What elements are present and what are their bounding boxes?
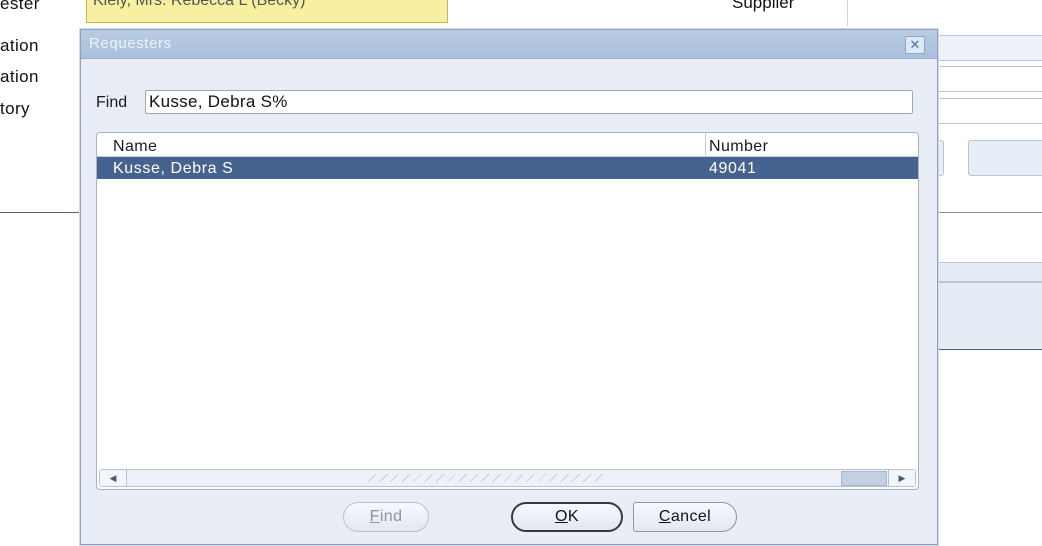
bg-divider-right xyxy=(936,212,1042,213)
scroll-left-icon[interactable]: ◀ xyxy=(100,470,127,486)
scroll-right-icon[interactable]: ▶ xyxy=(888,470,915,486)
scrollbar-thumb[interactable] xyxy=(841,471,887,486)
bg-field-label-requester: ester xyxy=(0,0,40,13)
scrollbar-grip[interactable] xyxy=(364,474,604,482)
bg-field-label-1: ation xyxy=(0,36,39,55)
find-button-label: ind xyxy=(379,508,403,525)
results-header: Name Number xyxy=(97,133,918,157)
find-input[interactable] xyxy=(145,90,913,114)
bg-divider-left xyxy=(0,212,80,213)
cancel-button-mnemonic: C xyxy=(658,508,671,525)
row-name: Kusse, Debra S xyxy=(113,160,234,177)
ok-button[interactable]: OK xyxy=(511,502,623,532)
bg-button[interactable] xyxy=(968,140,1042,176)
table-row[interactable]: Kusse, Debra S 49041 xyxy=(97,157,918,179)
row-number: 49041 xyxy=(709,160,757,177)
ok-button-label: K xyxy=(567,508,579,525)
find-button-mnemonic: F xyxy=(369,508,380,525)
bg-panel-header xyxy=(936,262,1042,282)
column-header-name[interactable]: Name xyxy=(113,138,157,156)
close-icon[interactable]: ✕ xyxy=(905,36,925,54)
horizontal-scrollbar[interactable]: ◀ ▶ xyxy=(99,469,916,487)
results-table: Name Number Kusse, Debra S 49041 ◀ ▶ xyxy=(96,132,919,490)
bg-right-field-3[interactable] xyxy=(937,98,1042,124)
scrollbar-track[interactable] xyxy=(127,470,888,486)
column-header-number[interactable]: Number xyxy=(709,138,768,156)
column-divider[interactable] xyxy=(705,133,706,156)
bg-divider xyxy=(847,0,848,26)
dialog-titlebar[interactable]: Requesters ✕ xyxy=(81,30,937,59)
requester-field-value: Kiely, Mrs. Rebecca L (Becky) xyxy=(93,0,306,9)
find-button[interactable]: Find xyxy=(343,502,429,532)
ok-button-mnemonic: O xyxy=(555,508,568,525)
cancel-button[interactable]: Cancel xyxy=(633,502,737,532)
supplier-label: Supplier xyxy=(732,0,795,12)
bg-field-label-2: ation xyxy=(0,67,39,86)
bg-field-label-3: tory xyxy=(0,99,30,118)
bg-right-field-1[interactable] xyxy=(937,35,1042,61)
cancel-button-label: ancel xyxy=(670,508,712,525)
bg-panel xyxy=(936,282,1042,350)
bg-right-field-2[interactable] xyxy=(937,66,1042,92)
find-label: Find xyxy=(96,94,128,111)
dialog-title: Requesters xyxy=(89,35,172,52)
requester-field[interactable]: Kiely, Mrs. Rebecca L (Becky) xyxy=(86,0,448,23)
requesters-dialog: Requesters ✕ Find Name Number Kusse, Deb… xyxy=(80,29,938,545)
